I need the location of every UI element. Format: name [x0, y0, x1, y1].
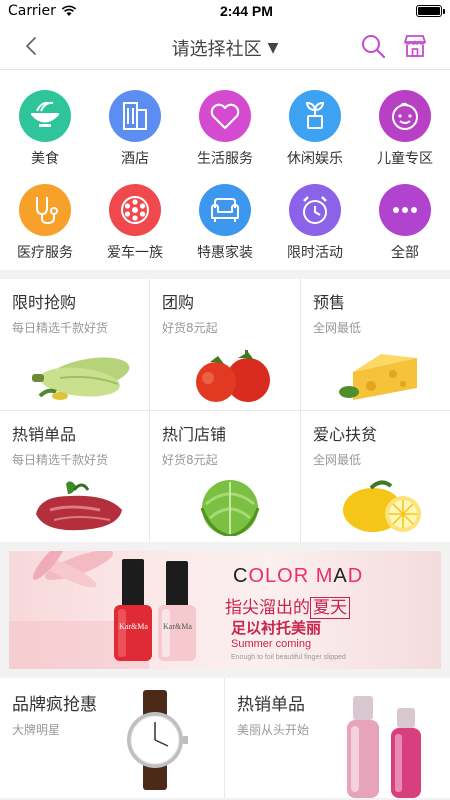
category-label: 限时活动 — [287, 245, 343, 261]
category-item[interactable]: 爱车一族 — [90, 184, 180, 262]
promo-title: 预售 — [313, 293, 346, 312]
promo-tile[interactable]: 预售 全网最低 — [301, 279, 450, 410]
banner-subheadline: 足以衬托美丽 — [231, 619, 322, 637]
promo-banner[interactable]: Kar&Ma Kar&Ma COLOR MAD 指尖溜出的 夏天 足以衬托美丽 S… — [9, 551, 441, 669]
category-label: 休闲娱乐 — [287, 151, 343, 167]
bottom-promo-tile[interactable]: 品牌疯抢惠 大牌明星 — [0, 678, 224, 798]
battery-icon — [416, 5, 445, 17]
promo-title: 限时抢购 — [12, 293, 77, 312]
category-label: 爱车一族 — [107, 245, 163, 261]
carrier-label: Carrier — [8, 3, 56, 19]
building-icon — [109, 90, 161, 142]
promo-subtitle: 每日精选千款好货 — [12, 321, 109, 335]
more-dots-icon — [379, 184, 431, 236]
promo-tile[interactable]: 限时抢购每日精选千款好货 — [0, 279, 149, 410]
noodle-bowl-icon — [19, 90, 71, 142]
nav-bar: 请选择社区 ▼ — [0, 22, 450, 70]
promo-title: 热门店铺 — [162, 425, 227, 444]
bottom-promo-row: 品牌疯抢惠 大牌明星 热销单品 美丽从头开始 — [0, 678, 450, 798]
promo-tile[interactable]: 团购好货8元起 — [150, 279, 300, 410]
community-selector[interactable]: 请选择社区 — [172, 35, 262, 61]
nail-polish-bottles: Kar&Ma Kar&Ma — [114, 559, 196, 661]
category-item[interactable]: 限时活动 — [270, 184, 360, 262]
promo-tile[interactable]: 热门店铺好货8元起 — [150, 411, 300, 542]
alarm-clock-icon — [289, 184, 341, 236]
status-bar: Carrier 2:44 PM — [0, 0, 450, 22]
banner-headline: 指尖溜出的 夏天 — [225, 593, 350, 619]
promo-title: 热销单品 — [12, 425, 77, 444]
promo-subtitle: 全网最低 — [313, 321, 362, 335]
category-label: 医疗服务 — [17, 245, 73, 261]
category-item[interactable]: 医疗服务 — [0, 184, 90, 262]
category-item[interactable]: 酒店 — [90, 90, 180, 168]
category-label: 酒店 — [121, 151, 149, 167]
bottle-label-2: Kar&Ma — [163, 622, 192, 631]
category-label: 美食 — [31, 151, 59, 167]
category-grid: 美食 酒店 生活服务 休闲娱乐 儿童专区医疗服务 爱车一族 特惠家装 限时活动 全部 — [0, 70, 450, 270]
wifi-icon — [61, 5, 77, 16]
promo-tile[interactable]: 热销单品每日精选千款好货 — [0, 411, 149, 542]
status-time: 2:44 PM — [219, 3, 273, 19]
category-label: 全部 — [391, 245, 419, 261]
promo-subtitle: 每日精选千款好货 — [12, 453, 109, 467]
caret-down-icon[interactable]: ▼ — [268, 40, 279, 56]
category-label: 生活服务 — [197, 151, 253, 167]
bottle-label-1: Kar&Ma — [119, 622, 148, 631]
plant-icon — [289, 90, 341, 142]
category-item[interactable]: 美食 — [0, 90, 90, 168]
category-item[interactable]: 特惠家装 — [180, 184, 270, 262]
banner-caption: Enough to foil beautiful finger slipped — [231, 654, 346, 661]
banner-tagline: Summer coming — [231, 638, 312, 650]
promo-subtitle: 全网最低 — [313, 453, 362, 467]
wheel-icon — [109, 184, 161, 236]
promo-grid: 限时抢购 每日精选千款好货 团购 好货8元起 预售 全网最低 热销单品 每日精选千款好货 热门店… — [0, 279, 450, 542]
bottom-promo-tile[interactable]: 热销单品 美丽从头开始 — [225, 678, 450, 798]
category-item[interactable]: 休闲娱乐 — [270, 90, 360, 168]
heart-icon — [199, 90, 251, 142]
category-item[interactable]: 儿童专区 — [360, 90, 450, 168]
promo-tile[interactable]: 爱心扶贫 全网最低 — [301, 411, 450, 542]
store-icon[interactable] — [402, 33, 428, 59]
promo-title: 爱心扶贫 — [313, 425, 378, 444]
brand-logo: COLOR MAD — [233, 565, 364, 587]
search-icon[interactable] — [360, 33, 386, 59]
promo-title: 团购 — [162, 293, 195, 312]
stethoscope-icon — [19, 184, 71, 236]
sofa-icon — [199, 184, 251, 236]
baby-face-icon — [379, 90, 431, 142]
category-item[interactable]: 生活服务 — [180, 90, 270, 168]
back-arrow-icon[interactable] — [20, 34, 44, 58]
category-item[interactable]: 全部 — [360, 184, 450, 262]
category-label: 儿童专区 — [377, 151, 433, 167]
promo-subtitle: 好货8元起 — [162, 453, 218, 467]
promo-subtitle: 好货8元起 — [162, 321, 218, 335]
category-label: 特惠家装 — [197, 245, 253, 261]
